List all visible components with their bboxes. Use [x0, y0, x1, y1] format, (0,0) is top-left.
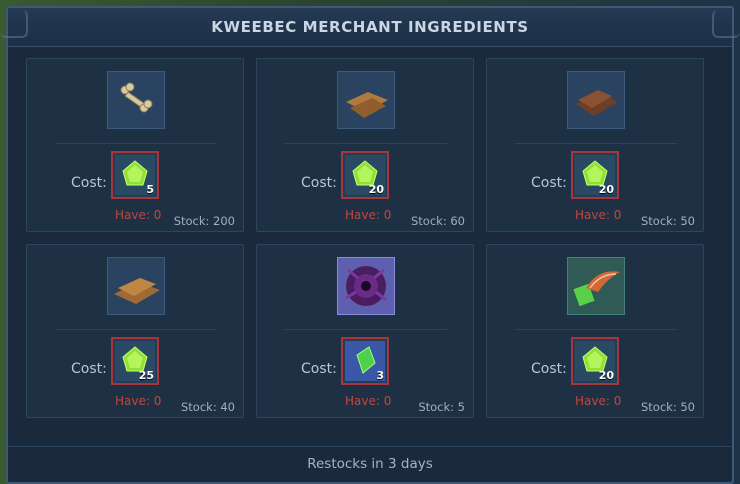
- trade-card-feather[interactable]: Cost: 20 Have: 0 Stock: 50: [486, 244, 704, 418]
- divider: [285, 329, 447, 330]
- divider: [515, 329, 677, 330]
- trade-card-boards[interactable]: Cost: 25 Have: 0 Stock: 40: [26, 244, 244, 418]
- panel-header: KWEEBEC MERCHANT INGREDIENTS: [0, 8, 740, 47]
- cost-quantity: 5: [146, 183, 154, 196]
- footer-divider: [8, 446, 732, 447]
- have-count: Have: 0: [575, 208, 622, 222]
- item-slot[interactable]: [107, 257, 165, 315]
- cost-quantity: 25: [138, 369, 154, 382]
- stock-count: Stock: 40: [181, 400, 235, 414]
- cost-label: Cost:: [301, 175, 337, 191]
- panel-title: KWEEBEC MERCHANT INGREDIENTS: [211, 18, 529, 36]
- cost-quantity: 20: [598, 183, 614, 196]
- cost-slot[interactable]: 20: [571, 337, 619, 385]
- cost-quantity: 20: [598, 369, 614, 382]
- divider: [55, 143, 217, 144]
- item-slot[interactable]: [567, 257, 625, 315]
- stock-count: Stock: 50: [641, 400, 695, 414]
- divider: [515, 143, 677, 144]
- merchant-panel: KWEEBEC MERCHANT INGREDIENTS Cost: 5 Hav…: [0, 6, 740, 484]
- cost-label: Cost:: [531, 361, 567, 377]
- item-slot[interactable]: [337, 257, 395, 315]
- restock-text: Restocks in 3 days: [307, 456, 433, 472]
- stock-count: Stock: 60: [411, 214, 465, 228]
- cost-slot[interactable]: 3: [341, 337, 389, 385]
- have-count: Have: 0: [575, 394, 622, 408]
- item-slot[interactable]: [337, 71, 395, 129]
- stock-count: Stock: 200: [173, 214, 235, 228]
- divider: [55, 329, 217, 330]
- corner-ornament-right: [712, 10, 740, 38]
- feather-quill-icon: [573, 271, 620, 307]
- trade-card-void-essence[interactable]: Cost: 3 Have: 0 Stock: 5: [256, 244, 474, 418]
- trade-card-bone[interactable]: Cost: 5 Have: 0 Stock: 200: [26, 58, 244, 232]
- cost-quantity: 3: [376, 369, 384, 382]
- cost-label: Cost:: [71, 361, 107, 377]
- cost-label: Cost:: [531, 175, 567, 191]
- trade-card-planks[interactable]: Cost: 20 Have: 0 Stock: 60: [256, 58, 474, 232]
- cost-label: Cost:: [301, 361, 337, 377]
- stock-count: Stock: 50: [641, 214, 695, 228]
- cost-slot[interactable]: 20: [571, 151, 619, 199]
- cost-label: Cost:: [71, 175, 107, 191]
- wood-boards-icon: [114, 278, 160, 304]
- have-count: Have: 0: [115, 208, 162, 222]
- have-count: Have: 0: [345, 208, 392, 222]
- trade-grid: Cost: 5 Have: 0 Stock: 200 Cost: 20 Have…: [26, 58, 712, 422]
- cost-slot[interactable]: 25: [111, 337, 159, 385]
- cost-quantity: 20: [368, 183, 384, 196]
- stock-count: Stock: 5: [418, 400, 465, 414]
- trade-card-dark-planks[interactable]: Cost: 20 Have: 0 Stock: 50: [486, 58, 704, 232]
- have-count: Have: 0: [115, 394, 162, 408]
- wood-planks-icon: [346, 92, 388, 118]
- cost-slot[interactable]: 20: [341, 151, 389, 199]
- have-count: Have: 0: [345, 394, 392, 408]
- void-essence-icon: [345, 266, 387, 306]
- bone-icon: [120, 82, 153, 113]
- dark-wood-planks-icon: [576, 90, 618, 116]
- divider: [285, 143, 447, 144]
- corner-ornament-left: [0, 10, 28, 38]
- cost-slot[interactable]: 5: [111, 151, 159, 199]
- item-slot[interactable]: [107, 71, 165, 129]
- item-slot[interactable]: [567, 71, 625, 129]
